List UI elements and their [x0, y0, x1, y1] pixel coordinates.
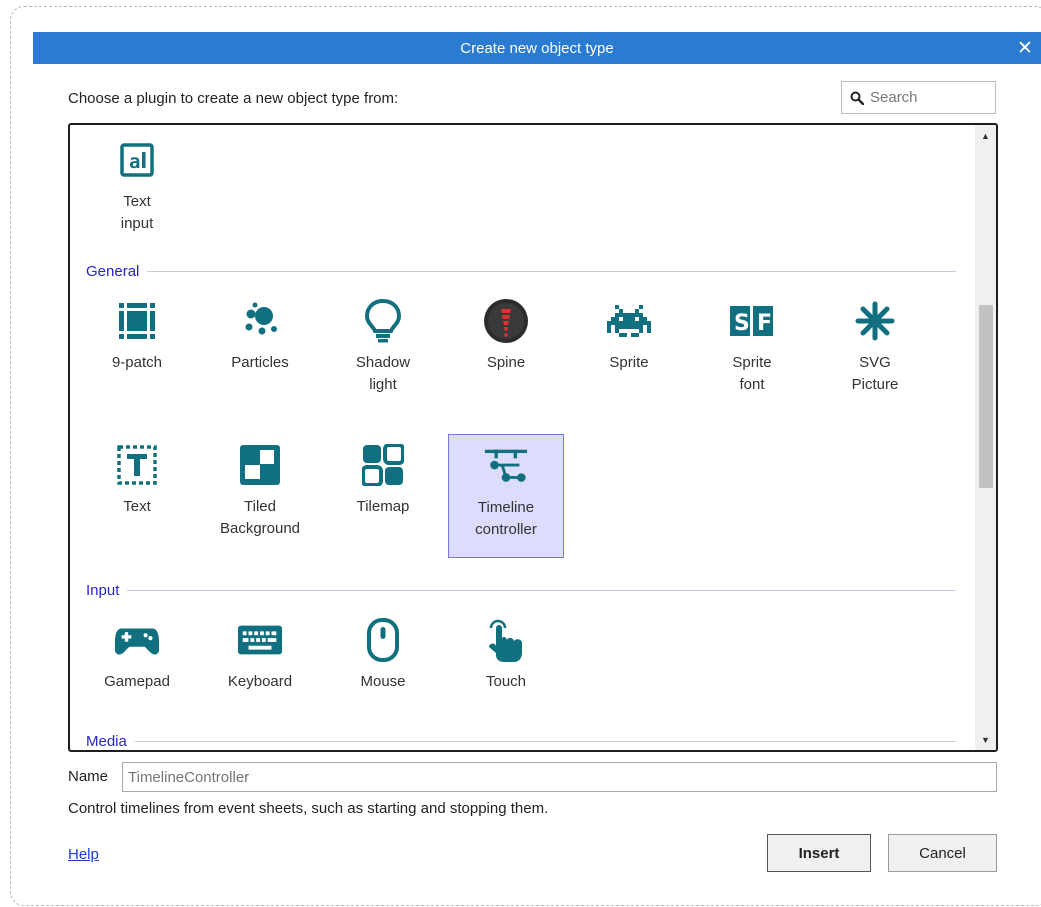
plugin-tile-gamepad[interactable]: Gamepad [79, 609, 195, 733]
plugin-label: Gamepad [104, 673, 170, 690]
plugin-label: SVG Picture [851, 354, 899, 393]
name-input[interactable] [122, 762, 997, 792]
category-divider [147, 270, 956, 272]
plugin-label: Text input [120, 193, 154, 232]
plugin-label: Spine [486, 354, 526, 371]
plugin-tile-tilemap[interactable]: Tilemap [325, 434, 441, 558]
mouse-icon [360, 617, 406, 663]
scrollbar-thumb[interactable] [979, 305, 993, 488]
search-input[interactable] [868, 88, 982, 107]
insert-button[interactable]: Insert [767, 834, 871, 872]
sprite-font-icon: S F [729, 298, 775, 344]
dialog-titlebar: Create new object type [33, 32, 1041, 64]
svg-asterisk-icon [852, 298, 898, 344]
close-icon: ✕ [1017, 37, 1033, 59]
cancel-button[interactable]: Cancel [888, 834, 997, 872]
plugin-label: Sprite font [732, 354, 772, 393]
lightbulb-icon [360, 298, 406, 344]
plugin-label: Touch [485, 673, 527, 690]
plugin-label: Tilemap [356, 498, 410, 515]
plugin-tile-sprite-font[interactable]: S F Sprite font [694, 290, 810, 414]
text-input-icon: a [114, 137, 160, 183]
help-link[interactable]: Help [68, 846, 99, 863]
name-label: Name [68, 768, 109, 785]
plugin-label: Particles [231, 354, 289, 371]
particles-icon [237, 298, 283, 344]
tiled-background-icon [237, 442, 283, 488]
nine-patch-icon [114, 298, 160, 344]
spine-icon [483, 298, 529, 344]
plugin-tile-svg-picture[interactable]: SVG Picture [817, 290, 933, 414]
category-label: General [86, 262, 140, 280]
plugin-list-content: a Text input General 9-patch Particles S… [70, 125, 975, 750]
space-invader-icon [606, 298, 652, 344]
plugin-tile-text-input[interactable]: a Text input [79, 129, 195, 253]
plugin-label: Shadow light [355, 354, 411, 393]
scroll-up-arrow-icon[interactable]: ▲ [975, 125, 996, 146]
category-input: Input [86, 579, 956, 601]
plugin-label: 9-patch [111, 354, 163, 371]
plugin-tile-keyboard[interactable]: Keyboard [202, 609, 318, 733]
plugin-list-scrollbar[interactable]: ▲ ▼ [975, 125, 996, 750]
plugin-tile-timeline-controller[interactable]: Timeline controller [448, 434, 564, 558]
plugin-tile-tiled-background[interactable]: Tiled Background [202, 434, 318, 558]
search-icon [850, 91, 864, 105]
category-media: Media [86, 730, 956, 750]
plugin-label: Tiled Background [219, 498, 301, 537]
plugin-tile-9-patch[interactable]: 9-patch [79, 290, 195, 414]
plugin-tile-spine[interactable]: Spine [448, 290, 564, 414]
gamepad-icon [114, 617, 160, 663]
svg-text:F: F [757, 311, 772, 336]
category-label: Media [86, 732, 127, 750]
tilemap-icon [360, 442, 406, 488]
plugin-label: Timeline controller [475, 499, 537, 538]
category-label: Input [86, 581, 120, 599]
plugin-label: Sprite [609, 354, 649, 371]
svg-text:S: S [734, 311, 750, 336]
plugin-tile-sprite[interactable]: Sprite [571, 290, 687, 414]
plugin-tile-mouse[interactable]: Mouse [325, 609, 441, 733]
plugin-tile-text[interactable]: Text [79, 434, 195, 558]
plugin-tile-particles[interactable]: Particles [202, 290, 318, 414]
plugin-tile-shadow-light[interactable]: Shadow light [325, 290, 441, 414]
close-button[interactable]: ✕ [1009, 32, 1041, 64]
search-box[interactable] [841, 81, 996, 114]
plugin-label: Keyboard [227, 673, 293, 690]
category-divider [127, 589, 956, 591]
create-object-dialog: Create new object type ✕ Choose a plugin… [33, 32, 1041, 890]
plugin-list[interactable]: a Text input General 9-patch Particles S… [68, 123, 998, 752]
svg-text:a: a [129, 151, 140, 173]
text-icon [114, 442, 160, 488]
dialog-title: Create new object type [460, 39, 614, 57]
keyboard-icon [237, 617, 283, 663]
dialog-prompt: Choose a plugin to create a new object t… [68, 90, 399, 107]
plugin-description: Control timelines from event sheets, suc… [68, 800, 549, 817]
plugin-label: Mouse [360, 673, 406, 690]
touch-icon [483, 617, 529, 663]
category-general: General [86, 260, 956, 282]
plugin-label: Text [123, 498, 151, 515]
plugin-tile-touch[interactable]: Touch [448, 609, 564, 733]
timeline-icon [483, 443, 529, 489]
scroll-down-arrow-icon[interactable]: ▼ [975, 729, 996, 750]
category-divider [134, 740, 956, 742]
